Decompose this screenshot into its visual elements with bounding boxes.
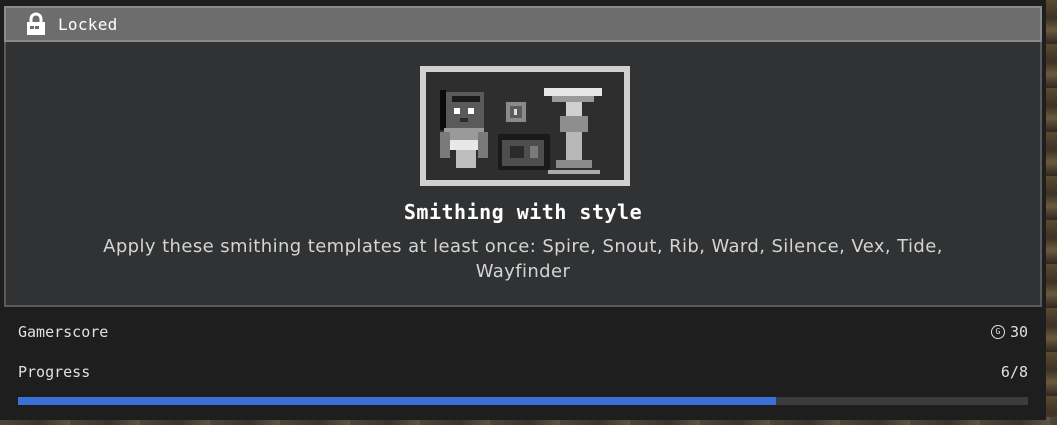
achievement-stats: Gamerscore G 30 Progress 6/8 — [0, 308, 1046, 420]
progress-bar-fill — [18, 397, 776, 405]
gamerscore-value: 30 — [1009, 323, 1028, 341]
progress-value: 6/8 — [1000, 363, 1028, 381]
smithing-templates-art-icon — [426, 72, 624, 180]
achievement-card: Smithing with style Apply these smithing… — [4, 42, 1042, 307]
achievement-description: Apply these smithing templates at least … — [103, 236, 943, 282]
gamerscore-label: Gamerscore — [18, 323, 109, 341]
achievement-status-bar: Locked — [4, 6, 1042, 42]
gamerscore-icon: G — [990, 325, 1005, 339]
achievement-panel: Locked Smithing with style Apply these s… — [0, 0, 1046, 420]
gamerscore-value-group: G 30 — [990, 323, 1028, 341]
status-label: Locked — [58, 14, 118, 34]
lock-icon — [22, 10, 50, 38]
achievement-art — [420, 66, 630, 186]
gamerscore-row: Gamerscore G 30 — [18, 322, 1028, 342]
achievement-title: Smithing with style — [403, 200, 643, 224]
progress-bar — [18, 397, 1028, 405]
progress-label: Progress — [18, 363, 91, 381]
progress-row: Progress 6/8 — [18, 362, 1028, 382]
